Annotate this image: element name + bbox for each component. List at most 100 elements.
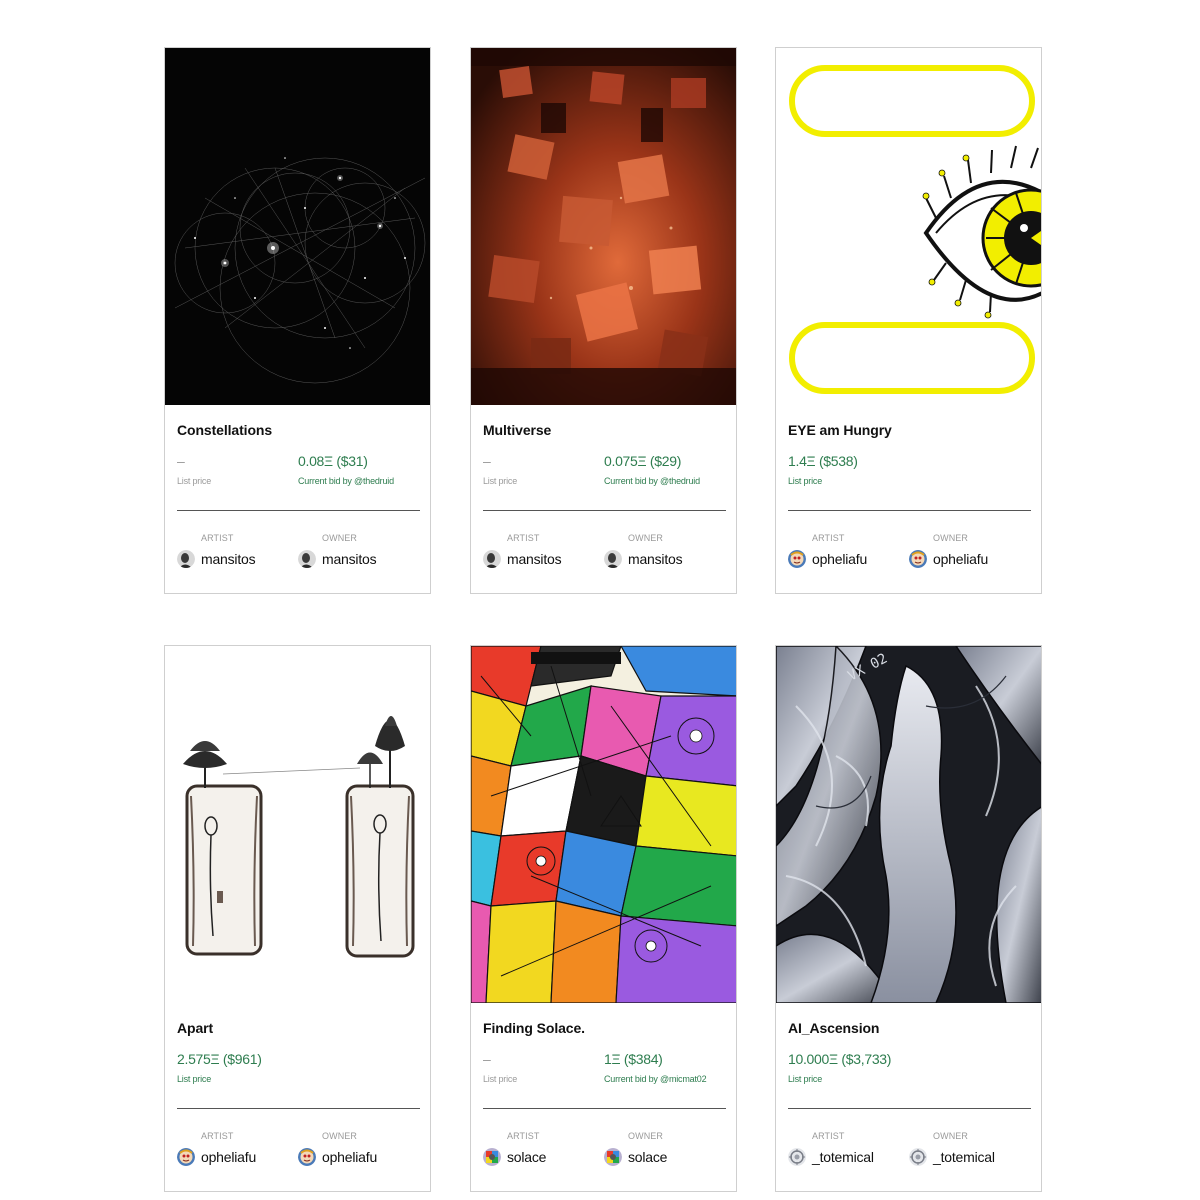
divider	[177, 1108, 420, 1109]
apart-artwork	[165, 646, 430, 1003]
artwork-card[interactable]: Finding Solace. – List price 1Ξ ($384) C…	[470, 645, 737, 1192]
artwork-title[interactable]: EYE am Hungry	[788, 422, 892, 438]
current-bid-value: 0.075Ξ ($29)	[604, 453, 682, 469]
artwork-card[interactable]: EYE am Hungry 1.4Ξ ($538) List price ART…	[775, 47, 1042, 594]
creator-row: ARTIST solace OWNER solace	[483, 1131, 726, 1175]
divider	[483, 1108, 726, 1109]
artist-label: ARTIST	[507, 533, 540, 543]
price-row: – List price 0.075Ξ ($29) Current bid by…	[483, 453, 726, 493]
artist-username[interactable]: mansitos	[201, 551, 256, 567]
avatar[interactable]	[788, 1148, 806, 1166]
eye-artwork	[776, 48, 1041, 405]
artist-label: ARTIST	[507, 1131, 540, 1141]
list-price: – List price	[177, 453, 211, 486]
list-price-value: 10.000Ξ ($3,733)	[788, 1051, 892, 1067]
divider	[788, 510, 1031, 511]
artwork-image[interactable]	[165, 646, 430, 1003]
artwork-title[interactable]: Apart	[177, 1020, 213, 1036]
list-price-value: –	[483, 1051, 491, 1067]
owner[interactable]: OWNER opheliafu	[298, 1131, 418, 1168]
artist[interactable]: ARTIST solace	[483, 1131, 603, 1168]
artwork-image[interactable]	[471, 646, 736, 1003]
owner[interactable]: OWNER mansitos	[298, 533, 418, 570]
artwork-card[interactable]: Multiverse – List price 0.075Ξ ($29) Cur…	[470, 47, 737, 594]
list-price-label: List price	[788, 476, 823, 486]
list-price-label: List price	[177, 1074, 212, 1084]
avatar[interactable]	[909, 1148, 927, 1166]
current-bid-label: Current bid by @thedruid	[604, 476, 700, 486]
artwork-image[interactable]	[471, 48, 736, 405]
list-price-value: –	[483, 453, 491, 469]
artist-label: ARTIST	[812, 533, 845, 543]
owner-label: OWNER	[933, 1131, 968, 1141]
avatar[interactable]	[298, 1148, 316, 1166]
owner-label: OWNER	[628, 533, 663, 543]
artist-username[interactable]: _totemical	[812, 1149, 874, 1165]
avatar[interactable]	[177, 550, 195, 568]
owner[interactable]: OWNER opheliafu	[909, 533, 1029, 570]
owner-username[interactable]: mansitos	[322, 551, 377, 567]
artist[interactable]: ARTIST mansitos	[483, 533, 603, 570]
owner-username[interactable]: mansitos	[628, 551, 683, 567]
list-price-label: List price	[788, 1074, 823, 1084]
artist-username[interactable]: solace	[507, 1149, 546, 1165]
artist-username[interactable]: mansitos	[507, 551, 562, 567]
current-bid-value: 0.08Ξ ($31)	[298, 453, 368, 469]
owner-username[interactable]: solace	[628, 1149, 667, 1165]
avatar[interactable]	[177, 1148, 195, 1166]
finding-solace-artwork	[471, 646, 736, 1003]
divider	[483, 510, 726, 511]
artwork-card[interactable]: Apart 2.575Ξ ($961) List price ARTIST op…	[164, 645, 431, 1192]
price-row: 10.000Ξ ($3,733) List price	[788, 1051, 1031, 1091]
owner-label: OWNER	[322, 533, 357, 543]
owner[interactable]: OWNER _totemical	[909, 1131, 1029, 1168]
creator-row: ARTIST mansitos OWNER mansitos	[483, 533, 726, 577]
multiverse-artwork	[471, 48, 736, 405]
artist[interactable]: ARTIST mansitos	[177, 533, 297, 570]
owner[interactable]: OWNER mansitos	[604, 533, 724, 570]
creator-row: ARTIST opheliafu OWNER opheliafu	[788, 533, 1031, 577]
avatar[interactable]	[298, 550, 316, 568]
avatar[interactable]	[788, 550, 806, 568]
list-price-label: List price	[483, 476, 518, 486]
avatar[interactable]	[483, 550, 501, 568]
price-row: 2.575Ξ ($961) List price	[177, 1051, 420, 1091]
creator-row: ARTIST mansitos OWNER mansitos	[177, 533, 420, 577]
avatar[interactable]	[604, 1148, 622, 1166]
artwork-image[interactable]: VX 02	[776, 646, 1041, 1003]
artwork-title[interactable]: AI_Ascension	[788, 1020, 879, 1036]
artist-username[interactable]: opheliafu	[201, 1149, 256, 1165]
artwork-image[interactable]	[776, 48, 1041, 405]
artist-username[interactable]: opheliafu	[812, 551, 867, 567]
artist-label: ARTIST	[201, 1131, 234, 1141]
avatar[interactable]	[483, 1148, 501, 1166]
artist[interactable]: ARTIST opheliafu	[788, 533, 908, 570]
owner-username[interactable]: opheliafu	[322, 1149, 377, 1165]
price-row: 1.4Ξ ($538) List price	[788, 453, 1031, 493]
list-price: – List price	[483, 1051, 517, 1084]
list-price: 10.000Ξ ($3,733) List price	[788, 1051, 891, 1084]
artwork-card[interactable]: VX 02 AI_Ascension 10.000Ξ ($3,733) List…	[775, 645, 1042, 1192]
list-price: – List price	[483, 453, 517, 486]
list-price-value: 1.4Ξ ($538)	[788, 453, 858, 469]
artwork-title[interactable]: Multiverse	[483, 422, 551, 438]
artwork-title[interactable]: Constellations	[177, 422, 272, 438]
price-row: – List price 0.08Ξ ($31) Current bid by …	[177, 453, 420, 493]
current-bid: 0.08Ξ ($31) Current bid by @thedruid	[298, 453, 394, 486]
owner-label: OWNER	[628, 1131, 663, 1141]
list-price-value: 2.575Ξ ($961)	[177, 1051, 262, 1067]
owner-username[interactable]: opheliafu	[933, 551, 988, 567]
owner-username[interactable]: _totemical	[933, 1149, 995, 1165]
artwork-card[interactable]: Constellations – List price 0.08Ξ ($31) …	[164, 47, 431, 594]
creator-row: ARTIST opheliafu OWNER opheliafu	[177, 1131, 420, 1175]
owner[interactable]: OWNER solace	[604, 1131, 724, 1168]
artwork-image[interactable]	[165, 48, 430, 405]
avatar[interactable]	[604, 550, 622, 568]
avatar[interactable]	[909, 550, 927, 568]
creator-row: ARTIST _totemical OWNER _totemical	[788, 1131, 1031, 1175]
current-bid-value: 1Ξ ($384)	[604, 1051, 663, 1067]
list-price: 1.4Ξ ($538) List price	[788, 453, 858, 486]
artist[interactable]: ARTIST opheliafu	[177, 1131, 297, 1168]
artist[interactable]: ARTIST _totemical	[788, 1131, 908, 1168]
artwork-title[interactable]: Finding Solace.	[483, 1020, 585, 1036]
